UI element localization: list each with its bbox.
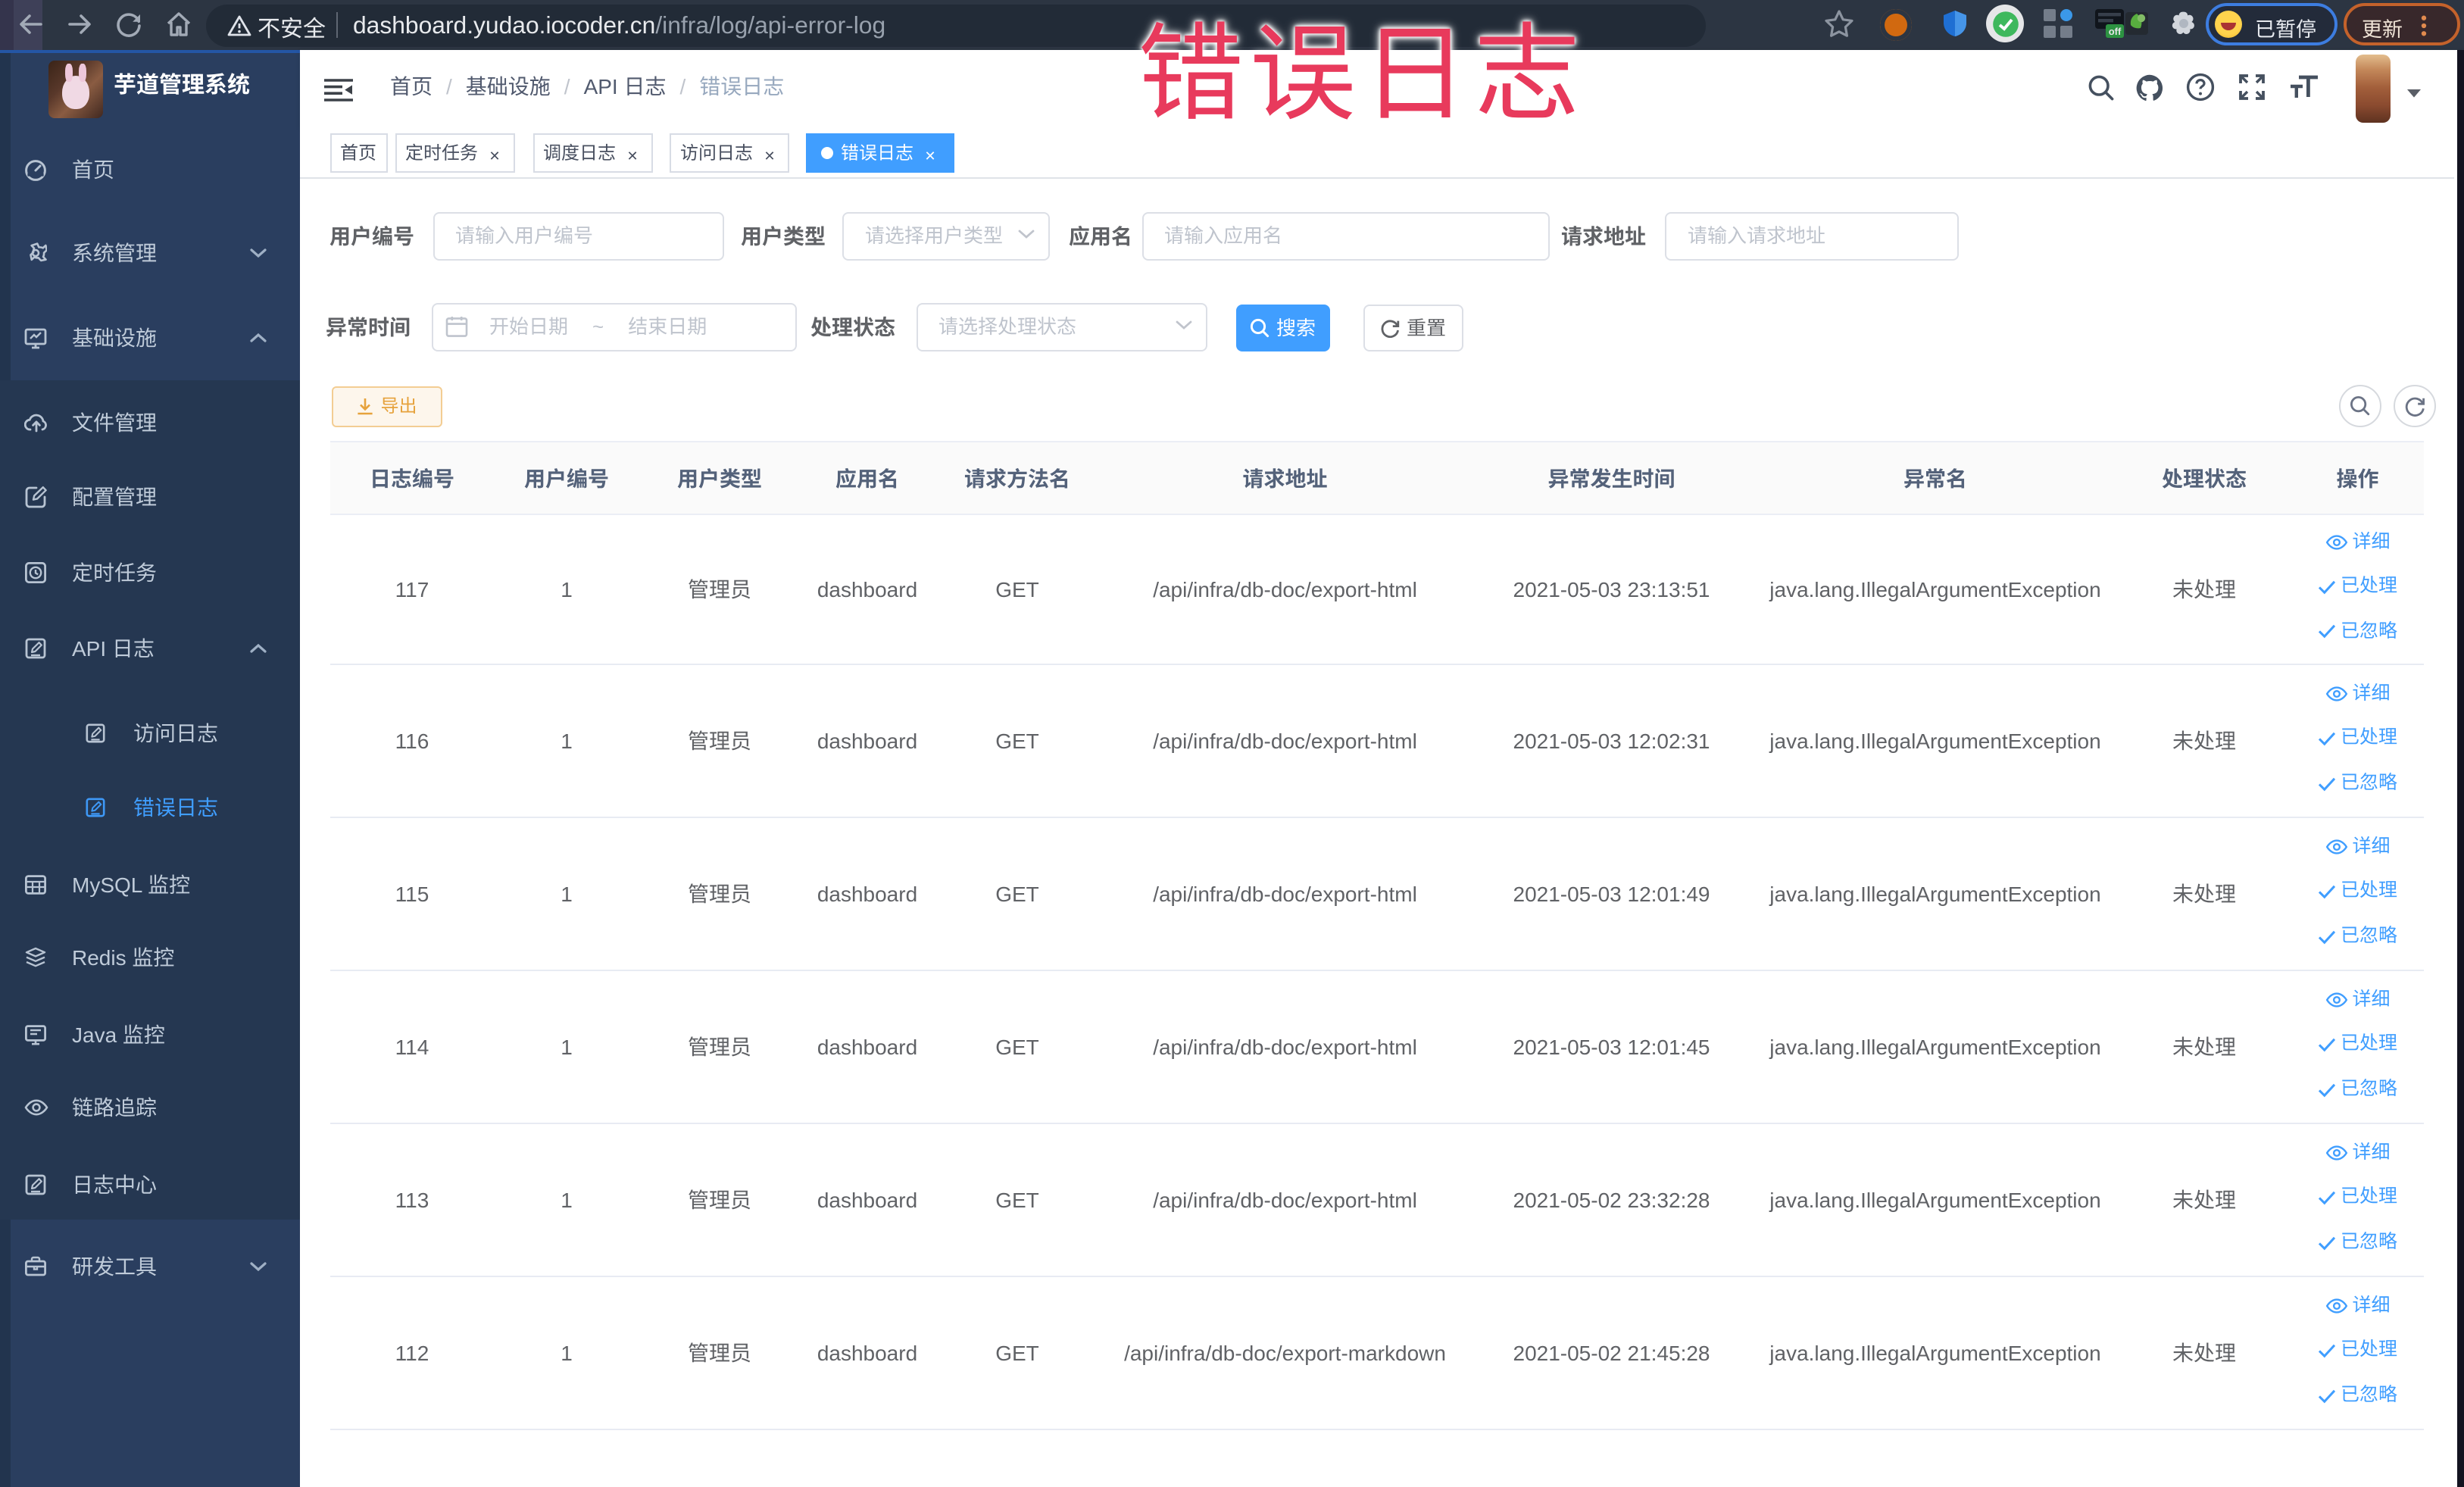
- svg-text:off: off: [2109, 26, 2122, 37]
